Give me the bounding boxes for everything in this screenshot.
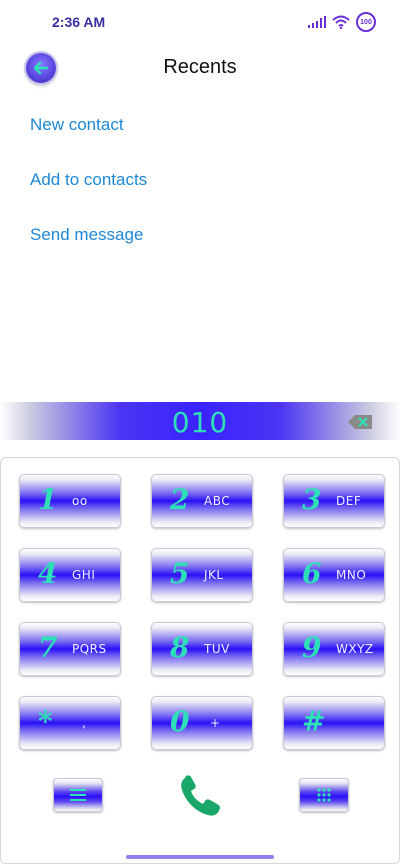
key-digit: 3 (302, 483, 322, 516)
key-letters: TUV (204, 642, 230, 656)
battery-icon: 100 (356, 12, 376, 32)
send-message-link[interactable]: Send message (30, 225, 143, 245)
key-letters: , (82, 716, 87, 730)
key-letters: MNO (336, 568, 367, 582)
key-digit: 7 (38, 631, 58, 664)
key-5[interactable]: 5 JKL (151, 548, 253, 602)
status-icons: 100 (308, 12, 376, 32)
key-letters: oo (72, 494, 88, 508)
dialed-number: 010 (171, 406, 229, 439)
key-letters: PQRS (72, 642, 107, 656)
key-letters: + (210, 716, 221, 730)
key-9[interactable]: 9 WXYZ (283, 622, 385, 676)
key-digit: 0 (170, 705, 190, 738)
key-digit: 8 (170, 631, 190, 664)
status-bar: 2:36 AM 100 (0, 0, 400, 44)
signal-icon (308, 16, 326, 28)
key-1[interactable]: 1 oo (19, 474, 121, 528)
key-digit: 9 (302, 631, 322, 664)
dialpad-button[interactable] (299, 778, 349, 812)
key-letters: WXYZ (336, 642, 374, 656)
key-hash[interactable]: # (283, 696, 385, 750)
phone-icon (181, 775, 220, 816)
key-digit: 2 (170, 483, 190, 516)
key-6[interactable]: 6 MNO (283, 548, 385, 602)
key-letters: GHI (72, 568, 96, 582)
add-to-contacts-link[interactable]: Add to contacts (30, 170, 147, 190)
key-letters: JKL (204, 568, 224, 582)
call-button[interactable] (176, 772, 224, 820)
key-digit: 6 (302, 557, 322, 590)
key-digit: # (302, 705, 326, 738)
key-star[interactable]: * , (19, 696, 121, 750)
status-time: 2:36 AM (52, 14, 106, 30)
key-letters: ABC (204, 494, 231, 508)
key-digit: 5 (170, 557, 190, 590)
key-digit: 1 (38, 483, 58, 516)
key-7[interactable]: 7 PQRS (19, 622, 121, 676)
key-2[interactable]: 2 ABC (151, 474, 253, 528)
key-digit: * (38, 705, 53, 738)
dialpad-icon (317, 788, 331, 802)
new-contact-link[interactable]: New contact (30, 115, 124, 135)
battery-level: 100 (360, 18, 372, 26)
key-letters: DEF (336, 494, 362, 508)
key-digit: 4 (38, 557, 58, 590)
menu-button[interactable] (53, 778, 103, 812)
key-3[interactable]: 3 DEF (283, 474, 385, 528)
key-8[interactable]: 8 TUV (151, 622, 253, 676)
page-title: Recents (163, 56, 237, 78)
header: Recents (0, 50, 400, 86)
menu-icon (70, 789, 86, 801)
key-0[interactable]: 0 + (151, 696, 253, 750)
home-indicator[interactable] (126, 855, 274, 859)
key-4[interactable]: 4 GHI (19, 548, 121, 602)
backspace-icon[interactable] (348, 415, 372, 429)
number-display: 010 (0, 402, 400, 440)
wifi-icon (332, 15, 350, 29)
